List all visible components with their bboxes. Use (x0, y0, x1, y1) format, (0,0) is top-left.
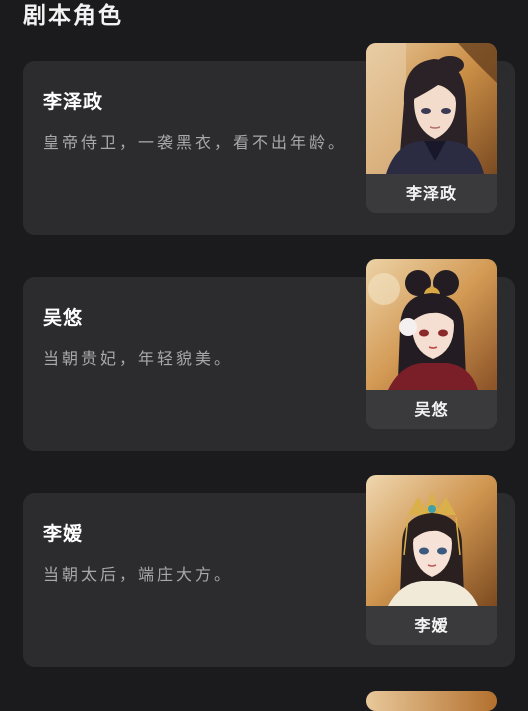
role-description: 当朝太后，端庄大方。 (43, 565, 234, 584)
role-portrait-4-partial[interactable] (366, 691, 497, 711)
portrait-label: 李嫒 (366, 606, 497, 645)
character-portrait-consort-icon (366, 259, 497, 390)
character-portrait-empress-dowager-icon (366, 475, 497, 606)
role-portrait-1[interactable]: 李泽政 (366, 43, 497, 213)
section-title: 剧本角色 (23, 2, 123, 29)
role-name: 李嫒 (43, 523, 84, 545)
character-portrait-icon (366, 691, 497, 711)
script-roles-page: 剧本角色 李泽政 皇帝侍卫，一袭黑衣，看不出年龄。 李泽政 吴悠 当朝贵妃，年轻… (0, 0, 528, 711)
role-description: 皇帝侍卫，一袭黑衣，看不出年龄。 (43, 133, 348, 152)
role-portrait-2[interactable]: 吴悠 (366, 259, 497, 429)
role-name: 李泽政 (43, 91, 104, 113)
role-name: 吴悠 (43, 307, 84, 329)
character-portrait-guard-icon (366, 43, 497, 174)
portrait-label: 李泽政 (366, 174, 497, 213)
portrait-label: 吴悠 (366, 390, 497, 429)
role-description: 当朝贵妃，年轻貌美。 (43, 349, 234, 368)
role-portrait-3[interactable]: 李嫒 (366, 475, 497, 645)
